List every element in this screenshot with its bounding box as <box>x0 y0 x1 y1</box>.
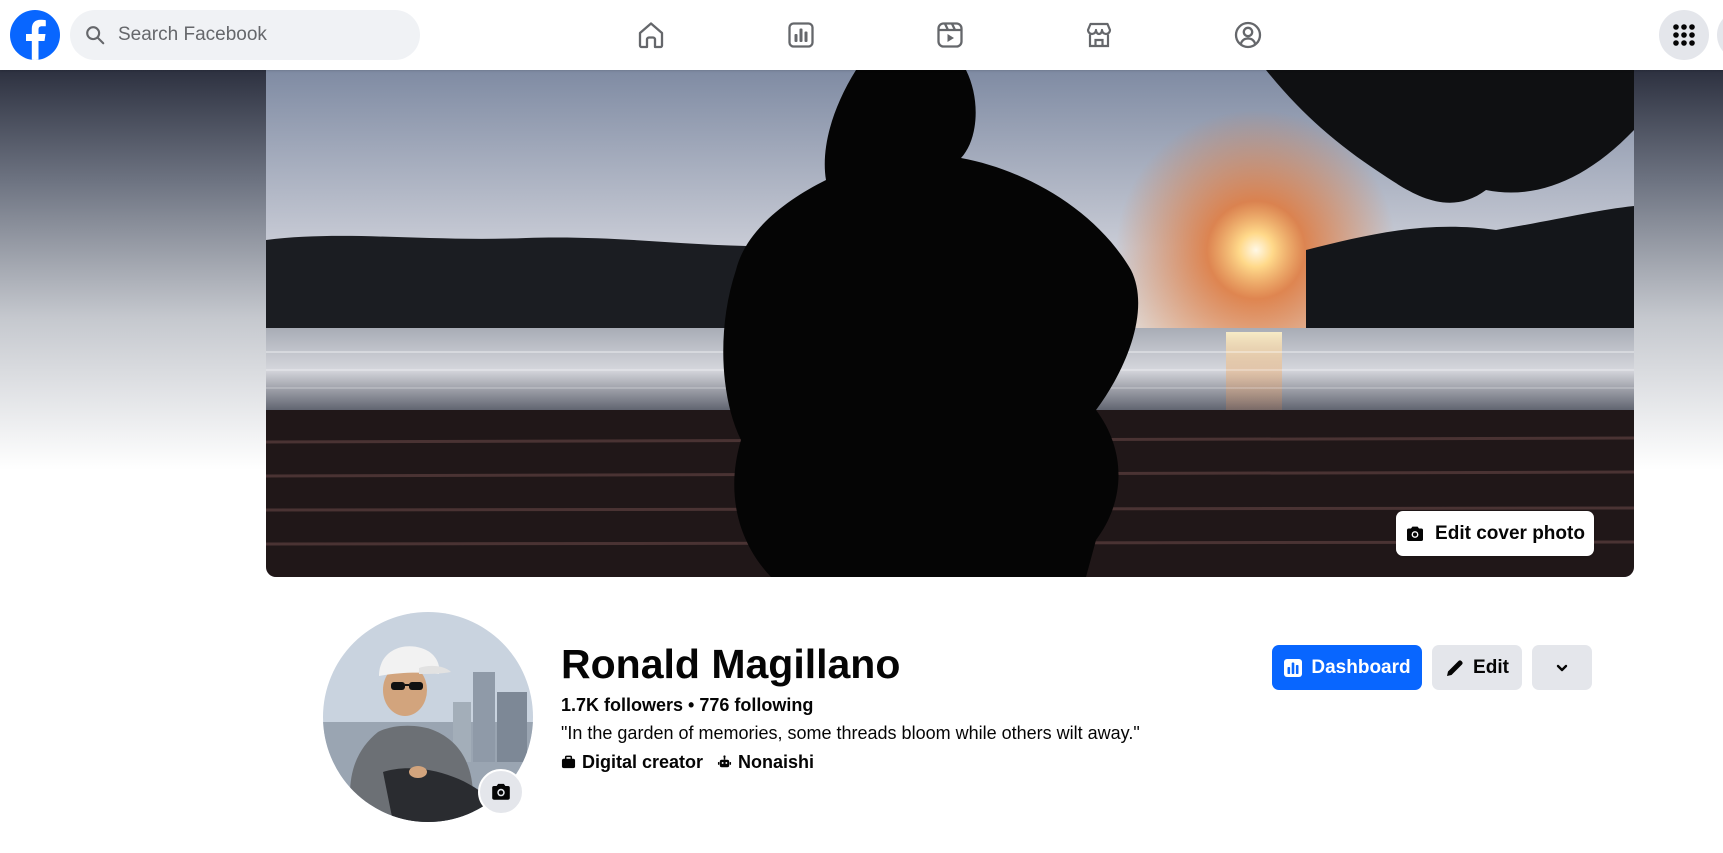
nav-dashboard[interactable] <box>761 10 841 60</box>
marketplace-icon <box>1086 22 1112 48</box>
pencil-icon <box>1447 659 1463 676</box>
profile-name: Ronald Magillano <box>561 641 901 687</box>
robot-icon <box>717 755 732 768</box>
edit-cover-photo-button[interactable]: Edit cover photo <box>1396 511 1594 556</box>
update-profile-picture-button[interactable] <box>478 769 524 815</box>
dashboard-button-label: Dashboard <box>1311 656 1411 678</box>
messenger-button[interactable] <box>1717 10 1723 60</box>
briefcase-icon <box>561 755 576 769</box>
cover-photo[interactable] <box>266 70 1634 577</box>
profile-details: Digital creator Nonaishi <box>561 752 828 773</box>
camera-icon <box>492 783 510 800</box>
grid-menu-icon <box>1673 24 1695 46</box>
home-icon <box>638 22 664 49</box>
dashboard-icon <box>1284 658 1303 677</box>
edit-profile-button[interactable]: Edit <box>1432 645 1522 690</box>
dashboard-button[interactable]: Dashboard <box>1272 645 1422 690</box>
category-detail: Digital creator <box>561 752 703 773</box>
reels-icon <box>937 22 963 48</box>
edit-cover-photo-label: Edit cover photo <box>1435 522 1585 544</box>
category-label: Digital creator <box>582 752 704 772</box>
camera-icon <box>1407 526 1424 541</box>
cover-photo-image <box>266 70 1634 577</box>
top-navigation-bar <box>0 0 1723 70</box>
profile-bio: "In the garden of memories, some threads… <box>561 723 1140 743</box>
nav-reels[interactable] <box>910 10 990 60</box>
groups-icon <box>1234 21 1262 49</box>
more-options-button[interactable] <box>1532 645 1592 690</box>
search-box[interactable] <box>70 10 420 60</box>
search-input[interactable] <box>118 24 408 46</box>
nav-groups[interactable] <box>1208 10 1288 60</box>
workplace-detail[interactable]: Nonaishi <box>717 752 814 773</box>
dashboard-icon <box>788 22 814 48</box>
facebook-f-icon <box>26 19 46 60</box>
follow-stats: 1.7K followers • 776 following <box>561 695 813 716</box>
chevron-down-icon <box>1556 664 1568 671</box>
search-icon <box>86 26 105 45</box>
stats-separator: • <box>683 695 700 715</box>
facebook-logo[interactable] <box>10 10 60 60</box>
nav-marketplace[interactable] <box>1059 10 1139 60</box>
nav-home[interactable] <box>611 10 691 60</box>
menu-button[interactable] <box>1659 10 1709 60</box>
followers-count-link[interactable]: 1.7K followers <box>561 695 683 715</box>
edit-button-label: Edit <box>1473 656 1509 678</box>
workplace-label: Nonaishi <box>738 752 815 772</box>
following-count-link[interactable]: 776 following <box>699 695 813 715</box>
